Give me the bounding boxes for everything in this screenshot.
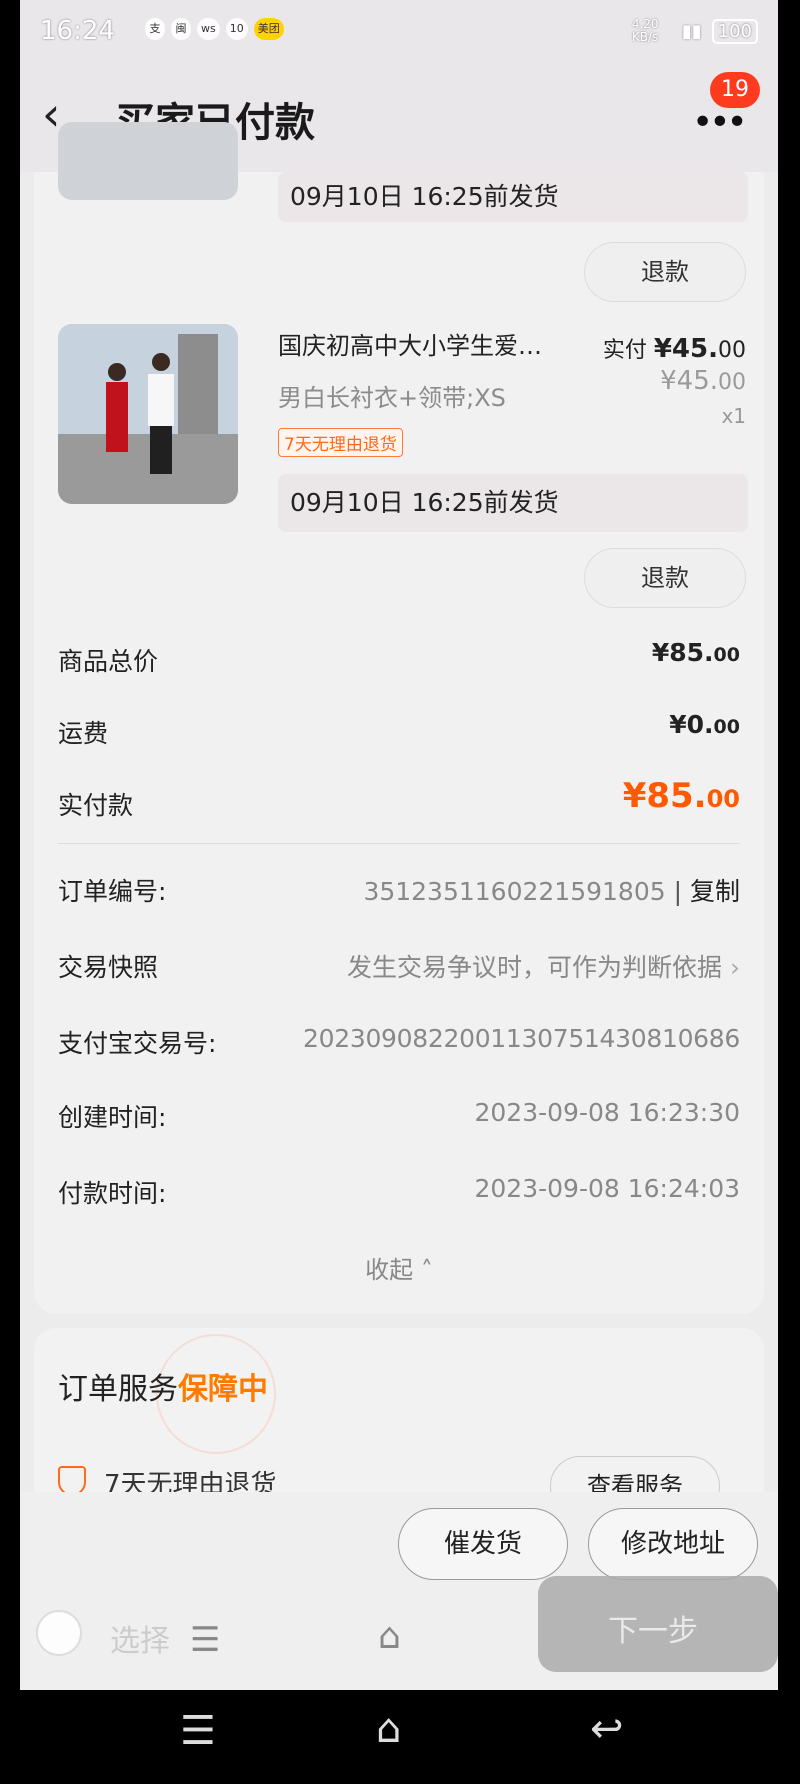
collapse-toggle[interactable]: 收起 ˄ (299, 1250, 499, 1285)
status-time: 16:24 (40, 16, 115, 46)
home-icon[interactable]: ⌂ (376, 1706, 401, 1752)
separator: | (673, 877, 690, 906)
notification-badge: 19 (710, 72, 760, 108)
product-thumbnail[interactable] (58, 324, 238, 504)
chevron-up-icon: ˄ (420, 1256, 433, 1284)
created-time-label: 创建时间: (58, 1103, 167, 1132)
status-app-icons: 支 闽 ws 10 美团 (145, 18, 284, 40)
product-thumbnail[interactable] (58, 122, 238, 200)
menu-icon: ☰ (190, 1620, 221, 1660)
next-step-label: 下一步 (608, 1614, 698, 1649)
app-icon: 闽 (171, 18, 191, 40)
order-number-row: 3512351160221591805 | 复制 (334, 872, 740, 908)
network-speed: 4.20 KB/s (631, 17, 659, 44)
more-dots-icon[interactable]: ••• (692, 102, 748, 143)
shipping-value: ¥0.00 (534, 710, 740, 739)
divider (58, 843, 740, 844)
snapshot-hint: 发生交易争议时，可作为判断依据 (347, 953, 723, 982)
goods-total-dec: 00 (713, 644, 740, 666)
next-step-button[interactable]: 下一步 (538, 1576, 778, 1672)
alipay-number-label: 支付宝交易号: (58, 1029, 217, 1058)
goods-total-label: 商品总价 (58, 647, 159, 676)
refund-button[interactable]: 退款 (584, 242, 746, 302)
shipping-int: ¥0. (669, 710, 714, 739)
ship-deadline: 09月10日 16:25前发货 (278, 474, 748, 532)
app-icon: ws (197, 18, 220, 40)
quantity: x1 (721, 404, 746, 428)
refund-button[interactable]: 退款 (584, 548, 746, 608)
paid-price: 实付 ¥45.00 (574, 332, 746, 364)
urge-ship-button[interactable]: 催发货 (398, 1508, 568, 1580)
status-bar: 16:24 支 闽 ws 10 美团 4.20 KB/s ▮▮ 100 (20, 0, 778, 62)
edit-address-button[interactable]: 修改地址 (588, 1508, 758, 1580)
app-icon: 支 (145, 18, 165, 40)
service-title: 订单服务保障中 (58, 1364, 268, 1408)
original-price-dec: 00 (718, 370, 746, 395)
service-title-main: 订单服务 (58, 1372, 178, 1407)
select-label: 选择 (110, 1624, 170, 1659)
collapse-label: 收起 (365, 1256, 414, 1284)
signal-icon: ▮▮ (681, 20, 702, 42)
menu-icon[interactable]: ☰ (180, 1708, 216, 1754)
order-detail-card: 09月10日 16:25前发货 退款 国庆初高中大小学生爱… 男白长衬衣+领带;… (34, 122, 764, 1314)
product-title[interactable]: 国庆初高中大小学生爱… (278, 326, 588, 361)
status-right: 4.20 KB/s ▮▮ 100 (632, 18, 758, 44)
battery-icon: 100 (711, 18, 758, 44)
paid-total-dec: 00 (706, 785, 740, 813)
paid-price-dec: 00 (718, 338, 746, 363)
goods-total-int: ¥85. (651, 638, 714, 667)
shipping-label: 运费 (58, 719, 109, 748)
paid-price-label: 实付 (602, 338, 647, 363)
product-spec: 男白长衬衣+领带;XS (278, 384, 506, 412)
app-icon: 美团 (253, 18, 284, 40)
goods-total-value: ¥85.00 (534, 638, 740, 667)
back-icon[interactable]: ↩ (590, 1706, 624, 1752)
original-price: ¥45.00 (574, 366, 746, 396)
order-number: 3512351160221591805 (363, 877, 666, 906)
paid-time: 2023-09-08 16:24:03 (474, 1174, 740, 1203)
shipping-dec: 00 (713, 716, 740, 738)
system-nav-bar: ☰ ⌂ ↩ (0, 1690, 800, 1784)
select-radio[interactable] (36, 1610, 82, 1656)
original-price-int: ¥45. (660, 366, 718, 396)
paid-price-int: ¥45. (653, 334, 718, 364)
ship-deadline: 09月10日 16:25前发货 (278, 172, 748, 222)
alipay-number: 2023090822001130751430810686 (303, 1024, 740, 1053)
chevron-right-icon: › (730, 953, 740, 982)
home-icon: ⌂ (378, 1616, 401, 1657)
paid-total-value: ¥85.00 (514, 776, 740, 816)
paid-total-int: ¥85. (622, 776, 707, 816)
snapshot-link[interactable]: 发生交易争议时，可作为判断依据 › (274, 948, 740, 984)
app-icon: 10 (225, 18, 248, 40)
created-time: 2023-09-08 16:23:30 (474, 1098, 740, 1127)
paid-total-label: 实付款 (58, 791, 134, 820)
copy-button[interactable]: 复制 (690, 877, 740, 906)
service-status: 保障中 (178, 1372, 268, 1407)
order-number-label: 订单编号: (58, 877, 167, 906)
return-policy-tag: 7天无理由退货 (278, 428, 403, 457)
snapshot-label: 交易快照 (58, 953, 159, 982)
product-photo (58, 324, 238, 504)
bottom-action-bar: 催发货 修改地址 选择 ☰ ⌂ 下一步 (20, 1492, 778, 1690)
paid-time-label: 付款时间: (58, 1179, 167, 1208)
app-screen: 16:24 支 闽 ws 10 美团 4.20 KB/s ▮▮ 100 ‹ 买家… (20, 0, 778, 1690)
